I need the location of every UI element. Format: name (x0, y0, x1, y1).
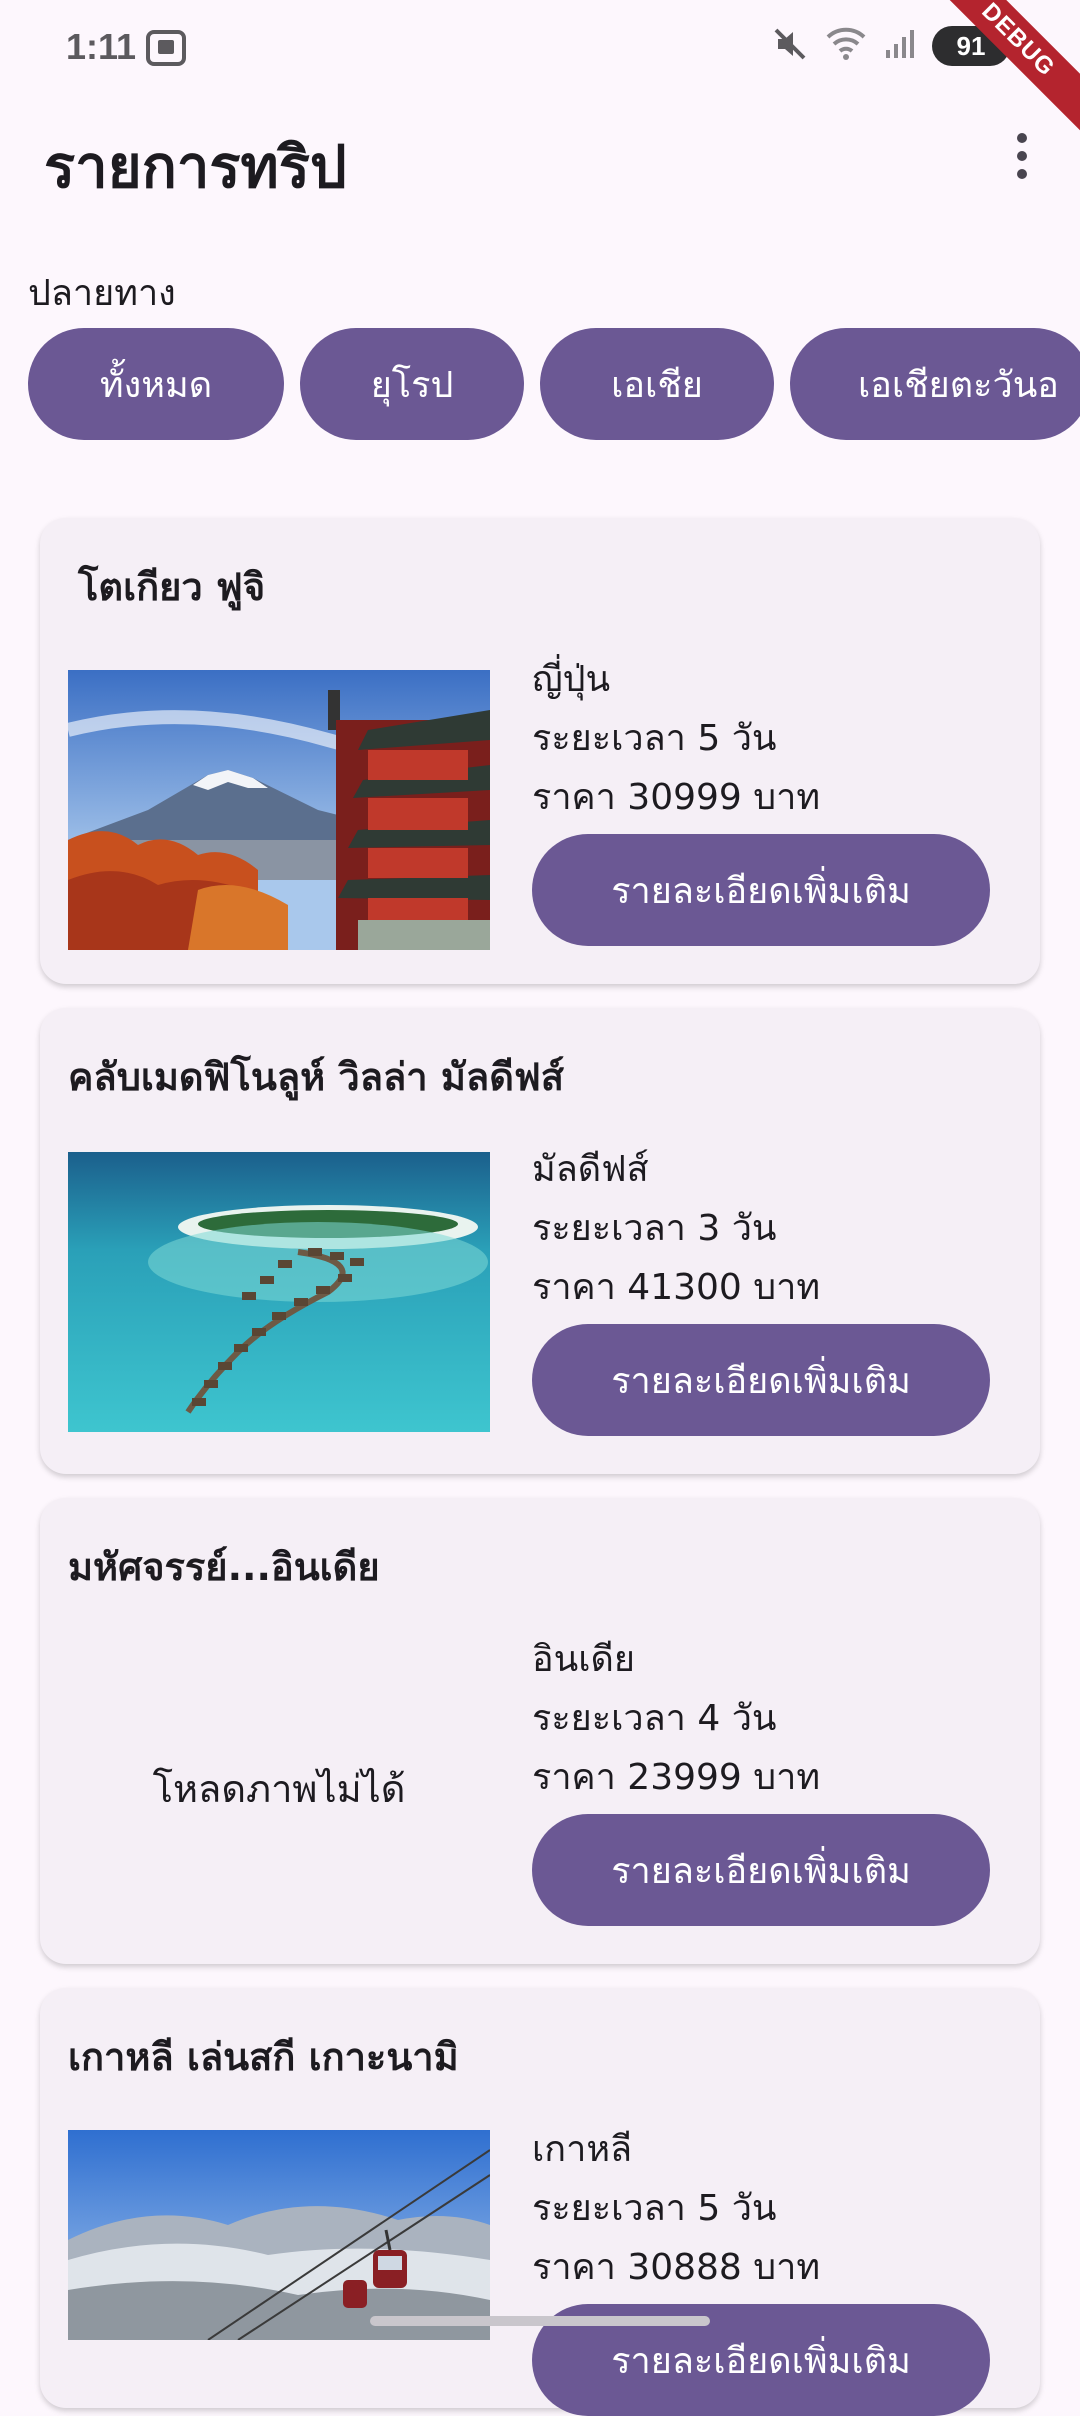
chip-all[interactable]: ทั้งหมด (28, 328, 284, 440)
more-details-button[interactable]: รายละเอียดเพิ่มเติม (532, 1324, 990, 1436)
status-bar: 1:11 91 (0, 0, 1080, 96)
trip-title: เกาหลี เล่นสกี เกาะนามิ (68, 2035, 459, 2079)
trip-title: โตเกียว ฟูจิ (78, 565, 266, 609)
trip-card: เกาหลี เล่นสกี เกาะนามิ เกาหลี ระยะเวลา … (40, 1988, 1040, 2416)
trip-country: อินเดีย (532, 1639, 636, 1680)
trip-duration: ระยะเวลา 4 วัน (532, 1698, 777, 1739)
trip-price: ราคา 30888 บาท (532, 2247, 821, 2288)
mute-icon (772, 26, 808, 66)
more-details-button[interactable]: รายละเอียดเพิ่มเติม (532, 834, 990, 946)
app-bar: รายการทริป (0, 96, 1080, 216)
trip-price: ราคา 41300 บาท (532, 1267, 821, 1308)
trip-country: เกาหลี (532, 2129, 633, 2170)
trip-info: เกาหลี ระยะเวลา 5 วัน ราคา 30888 บาท (532, 2120, 820, 2297)
more-vert-icon (1017, 133, 1027, 143)
trip-card: มหัศจรรย์...อินเดีย โหลดภาพไม่ได้ อินเดี… (40, 1498, 1040, 1964)
trip-info: มัลดีฟส์ ระยะเวลา 3 วัน ราคา 41300 บาท (532, 1140, 820, 1317)
trip-country: มัลดีฟส์ (532, 1149, 649, 1190)
trip-price: ราคา 23999 บาท (532, 1757, 821, 1798)
page-title: รายการทริป (44, 133, 347, 201)
trip-image (68, 2130, 490, 2340)
destination-filter-chips: ทั้งหมด ยุโรป เอเชีย เอเชียตะวันอ (28, 328, 1080, 440)
trip-duration: ระยะเวลา 5 วัน (532, 2188, 777, 2229)
image-load-error: โหลดภาพไม่ได้ (152, 1766, 406, 1811)
trip-image (68, 670, 490, 950)
signal-icon (884, 28, 914, 64)
chip-asia[interactable]: เอเชีย (540, 328, 774, 440)
screenshot-icon (144, 28, 188, 72)
trip-duration: ระยะเวลา 5 วัน (532, 718, 777, 759)
status-time: 1:11 (66, 26, 137, 67)
trip-title: มหัศจรรย์...อินเดีย (68, 1545, 380, 1589)
filter-label: ปลายทาง (28, 273, 176, 314)
trip-info: อินเดีย ระยะเวลา 4 วัน ราคา 23999 บาท (532, 1630, 820, 1807)
more-options-button[interactable] (986, 120, 1058, 192)
trip-title: คลับเมดฟิโนลูห์ วิลล่า มัลดีฟส์ (68, 1055, 564, 1099)
home-indicator[interactable] (370, 2316, 710, 2326)
trip-country: ญี่ปุ่น (532, 659, 611, 700)
trip-price: ราคา 30999 บาท (532, 777, 821, 818)
trip-card: คลับเมดฟิโนลูห์ วิลล่า มัลดีฟส์ มัลดีฟส์… (40, 1008, 1040, 1474)
wifi-icon (826, 27, 866, 65)
trip-image (68, 1152, 490, 1432)
chip-europe[interactable]: ยุโรป (300, 328, 524, 440)
more-details-button[interactable]: รายละเอียดเพิ่มเติม (532, 1814, 990, 1926)
trip-duration: ระยะเวลา 3 วัน (532, 1208, 777, 1249)
chip-southeast-asia[interactable]: เอเชียตะวันอ (790, 328, 1080, 440)
trip-card: โตเกียว ฟูจิ ญี่ปุ่น ระยะเวลา 5 วัน ราคา… (40, 518, 1040, 984)
trip-info: ญี่ปุ่น ระยะเวลา 5 วัน ราคา 30999 บาท (532, 650, 820, 827)
